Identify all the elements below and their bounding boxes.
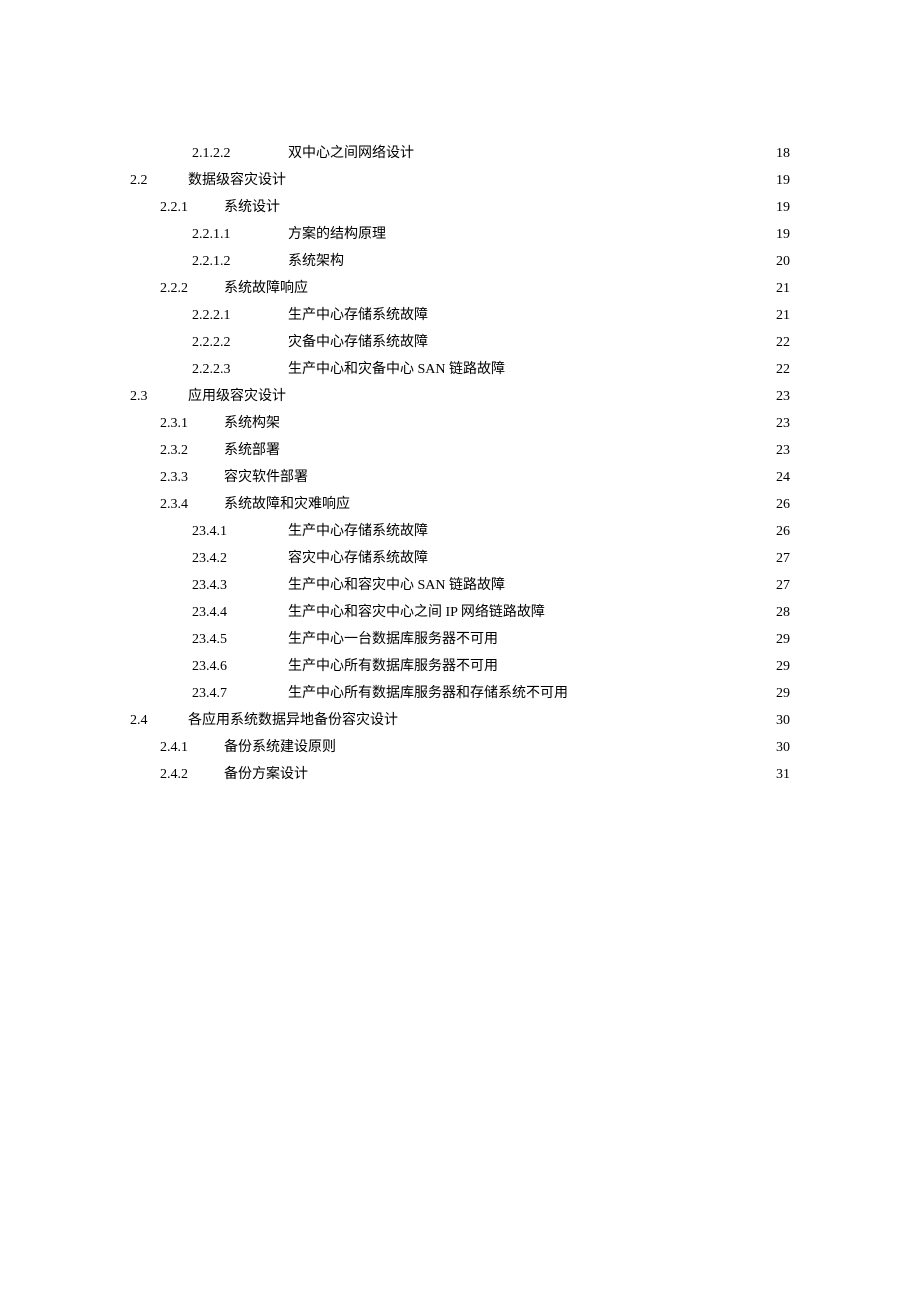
toc-number: 2.3.3 bbox=[160, 464, 224, 491]
toc-number: 2.2.1.2 bbox=[192, 248, 288, 275]
toc-number: 2.2.2.1 bbox=[192, 302, 288, 329]
toc-title: 生产中心一台数据库服务器不可用 bbox=[288, 626, 498, 653]
toc-entry[interactable]: 2.3应用级容灾设计 23 bbox=[130, 383, 790, 410]
toc-title: 双中心之间网络设计 bbox=[288, 140, 414, 167]
toc-number: 2.2.1.1 bbox=[192, 221, 288, 248]
toc-title: 生产中心所有数据库服务器不可用 bbox=[288, 653, 498, 680]
toc-entry[interactable]: 2.3.1系统构架 23 bbox=[130, 410, 790, 437]
toc-title: 各应用系统数据异地备份容灾设计 bbox=[188, 707, 398, 734]
toc-entry[interactable]: 2.3.3容灾软件部署 24 bbox=[130, 464, 790, 491]
toc-page: 23 bbox=[776, 437, 790, 464]
toc-page: 20 bbox=[776, 248, 790, 275]
toc-number: 2.4.2 bbox=[160, 761, 224, 788]
toc-entry[interactable]: 2.4各应用系统数据异地备份容灾设计 30 bbox=[130, 707, 790, 734]
toc-page: 30 bbox=[776, 707, 790, 734]
toc-number: 2.3.2 bbox=[160, 437, 224, 464]
toc-number: 23.4.4 bbox=[192, 599, 288, 626]
toc-number: 23.4.6 bbox=[192, 653, 288, 680]
toc-entry[interactable]: 2.2.2.1生产中心存储系统故障 21 bbox=[130, 302, 790, 329]
toc-title: 容灾软件部署 bbox=[224, 464, 308, 491]
toc-entry[interactable]: 2.4.2备份方案设计 31 bbox=[130, 761, 790, 788]
toc-number: 23.4.5 bbox=[192, 626, 288, 653]
toc-page: 19 bbox=[776, 221, 790, 248]
toc-page: 23 bbox=[776, 383, 790, 410]
toc-title: 系统部署 bbox=[224, 437, 280, 464]
toc-entry[interactable]: 23.4.6生产中心所有数据库服务器不可用 29 bbox=[130, 653, 790, 680]
toc-entry[interactable]: 23.4.1生产中心存储系统故障 26 bbox=[130, 518, 790, 545]
toc-title: 应用级容灾设计 bbox=[188, 383, 286, 410]
toc-page: 22 bbox=[776, 329, 790, 356]
toc-number: 2.4.1 bbox=[160, 734, 224, 761]
toc-entry[interactable]: 23.4.4生产中心和容灾中心之间 IP 网络链路故障 28 bbox=[130, 599, 790, 626]
toc-entry[interactable]: 2.3.2系统部署 23 bbox=[130, 437, 790, 464]
toc-page: 24 bbox=[776, 464, 790, 491]
toc-entry[interactable]: 2.4.1备份系统建设原则 30 bbox=[130, 734, 790, 761]
toc-entry[interactable]: 2.2.2.2灾备中心存储系统故障 22 bbox=[130, 329, 790, 356]
toc-page: 23 bbox=[776, 410, 790, 437]
toc-number: 2.4 bbox=[130, 707, 188, 734]
table-of-contents: 2.1.2.2双中心之间网络设计 18 2.2数据级容灾设计 19 2.2.1系统设计 1… bbox=[130, 140, 790, 788]
toc-entry[interactable]: 2.2.2系统故障响应 21 bbox=[130, 275, 790, 302]
toc-page: 26 bbox=[776, 491, 790, 518]
toc-entry[interactable]: 23.4.3生产中心和容灾中心 SAN 链路故障 27 bbox=[130, 572, 790, 599]
toc-entry[interactable]: 2.2.1.2系统架构 20 bbox=[130, 248, 790, 275]
toc-number: 2.2.2.2 bbox=[192, 329, 288, 356]
toc-title: 生产中心所有数据库服务器和存储系统不可用 bbox=[288, 680, 568, 707]
toc-title: 系统构架 bbox=[224, 410, 280, 437]
toc-number: 23.4.7 bbox=[192, 680, 288, 707]
toc-title: 生产中心和灾备中心 SAN 链路故障 bbox=[288, 356, 505, 383]
toc-page: 21 bbox=[776, 302, 790, 329]
toc-number: 2.3 bbox=[130, 383, 188, 410]
toc-entry[interactable]: 2.3.4系统故障和灾难响应 26 bbox=[130, 491, 790, 518]
toc-page: 28 bbox=[776, 599, 790, 626]
toc-page: 21 bbox=[776, 275, 790, 302]
toc-page: 31 bbox=[776, 761, 790, 788]
toc-title: 生产中心存储系统故障 bbox=[288, 302, 428, 329]
toc-title: 生产中心和容灾中心 SAN 链路故障 bbox=[288, 572, 505, 599]
toc-title: 生产中心和容灾中心之间 IP 网络链路故障 bbox=[288, 599, 545, 626]
toc-number: 23.4.3 bbox=[192, 572, 288, 599]
toc-page: 18 bbox=[776, 140, 790, 167]
toc-number: 23.4.1 bbox=[192, 518, 288, 545]
toc-entry[interactable]: 23.4.5生产中心一台数据库服务器不可用 29 bbox=[130, 626, 790, 653]
toc-title: 系统故障响应 bbox=[224, 275, 308, 302]
toc-page: 19 bbox=[776, 167, 790, 194]
toc-entry[interactable]: 2.2.1.1方案的结构原理 19 bbox=[130, 221, 790, 248]
toc-title: 数据级容灾设计 bbox=[188, 167, 286, 194]
toc-entry[interactable]: 23.4.2容灾中心存储系统故障 27 bbox=[130, 545, 790, 572]
toc-title: 备份系统建设原则 bbox=[224, 734, 336, 761]
toc-page: 29 bbox=[776, 680, 790, 707]
toc-number: 2.1.2.2 bbox=[192, 140, 288, 167]
toc-page: 27 bbox=[776, 572, 790, 599]
toc-page: 30 bbox=[776, 734, 790, 761]
toc-entry[interactable]: 2.2.1系统设计 19 bbox=[130, 194, 790, 221]
toc-title: 容灾中心存储系统故障 bbox=[288, 545, 428, 572]
toc-number: 2.3.1 bbox=[160, 410, 224, 437]
toc-page: 19 bbox=[776, 194, 790, 221]
toc-entry[interactable]: 2.2数据级容灾设计 19 bbox=[130, 167, 790, 194]
toc-title: 方案的结构原理 bbox=[288, 221, 386, 248]
toc-page: 29 bbox=[776, 626, 790, 653]
toc-number: 2.2 bbox=[130, 167, 188, 194]
toc-entry[interactable]: 2.1.2.2双中心之间网络设计 18 bbox=[130, 140, 790, 167]
toc-page: 26 bbox=[776, 518, 790, 545]
toc-number: 2.3.4 bbox=[160, 491, 224, 518]
toc-number: 2.2.1 bbox=[160, 194, 224, 221]
toc-page: 27 bbox=[776, 545, 790, 572]
toc-entry[interactable]: 2.2.2.3生产中心和灾备中心 SAN 链路故障 22 bbox=[130, 356, 790, 383]
toc-title: 系统设计 bbox=[224, 194, 280, 221]
toc-number: 2.2.2 bbox=[160, 275, 224, 302]
toc-entry[interactable]: 23.4.7生产中心所有数据库服务器和存储系统不可用 29 bbox=[130, 680, 790, 707]
toc-page: 29 bbox=[776, 653, 790, 680]
toc-title: 系统故障和灾难响应 bbox=[224, 491, 350, 518]
toc-title: 备份方案设计 bbox=[224, 761, 308, 788]
toc-title: 生产中心存储系统故障 bbox=[288, 518, 428, 545]
toc-number: 23.4.2 bbox=[192, 545, 288, 572]
toc-number: 2.2.2.3 bbox=[192, 356, 288, 383]
toc-title: 灾备中心存储系统故障 bbox=[288, 329, 428, 356]
toc-page: 22 bbox=[776, 356, 790, 383]
toc-title: 系统架构 bbox=[288, 248, 344, 275]
